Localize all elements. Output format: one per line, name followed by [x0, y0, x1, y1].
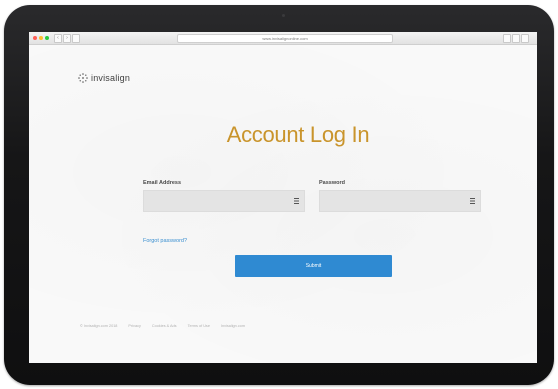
email-field[interactable]: [143, 190, 305, 212]
minimize-window-button[interactable]: [39, 36, 43, 40]
tabs-button[interactable]: [512, 34, 520, 43]
footer-copyright: © Invisalign.com 2018: [80, 324, 118, 328]
new-tab-button[interactable]: [521, 34, 529, 43]
forward-button[interactable]: ›: [63, 34, 71, 43]
chevron-right-icon: ›: [66, 35, 68, 41]
footer-links: © Invisalign.com 2018 Privacy Cookies & …: [80, 324, 245, 328]
submit-button[interactable]: Submit: [235, 255, 392, 277]
footer-link-cookies[interactable]: Cookies & Ads: [152, 324, 177, 328]
login-page: invisalign Account Log In Email Address …: [29, 45, 537, 363]
forgot-password-link[interactable]: Forgot password?: [143, 238, 187, 244]
address-text: www.invisalignonline.com: [262, 36, 308, 41]
logo-text: invisalign: [91, 73, 131, 83]
maximize-window-button[interactable]: [45, 36, 49, 40]
chevron-left-icon: ‹: [57, 35, 59, 41]
footer-link-site[interactable]: Invisalign.com: [221, 324, 245, 328]
autofill-icon: [294, 198, 299, 204]
autofill-icon: [470, 198, 475, 204]
camera-icon: [282, 14, 285, 17]
share-button[interactable]: [503, 34, 511, 43]
browser-toolbar: ‹ › www.invisalignonline.com: [29, 32, 537, 45]
sidebar-button[interactable]: [72, 34, 80, 43]
email-label: Email Address: [143, 180, 182, 186]
screen: ‹ › www.invisalignonline.com invisalign …: [29, 32, 537, 363]
sparkle-logo-icon: [78, 73, 88, 83]
address-bar[interactable]: www.invisalignonline.com: [177, 34, 393, 43]
footer-link-terms[interactable]: Terms of Use: [188, 324, 210, 328]
page-title: Account Log In: [226, 122, 370, 147]
close-window-button[interactable]: [33, 36, 37, 40]
tablet-frame: ‹ › www.invisalignonline.com invisalign …: [4, 5, 554, 385]
password-field[interactable]: [319, 190, 481, 212]
back-button[interactable]: ‹: [54, 34, 62, 43]
password-label: Password: [319, 180, 345, 186]
footer-link-privacy[interactable]: Privacy: [128, 324, 140, 328]
invisalign-logo[interactable]: invisalign: [78, 73, 130, 83]
